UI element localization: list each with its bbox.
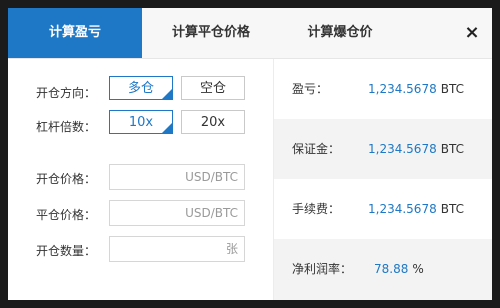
close-price-unit: USD/BTC (185, 206, 238, 220)
result-value-group: 1,234.5678 BTC (368, 59, 464, 119)
direction-long-label: 多仓 (127, 81, 154, 96)
result-label: 净利润率： (292, 262, 353, 276)
direction-short-label: 空仓 (199, 81, 226, 96)
result-row-fee: 手续费： 1,234.5678 BTC (274, 179, 492, 239)
result-label: 手续费： (292, 202, 341, 216)
result-unit: BTC (440, 82, 464, 96)
result-row-net-profit-rate: 净利润率： 78.88% (274, 239, 492, 300)
result-unit: % (412, 262, 424, 276)
open-price-unit: USD/BTC (185, 170, 238, 184)
result-label: 保证金： (292, 142, 341, 156)
leverage-20x-button[interactable]: 20x (181, 110, 245, 134)
quantity-label: 开仓数量： (36, 244, 97, 258)
tab-close-price[interactable]: 计算平仓价格 (142, 8, 280, 58)
check-corner-icon (162, 123, 172, 133)
result-unit: BTC (440, 142, 464, 156)
close-icon[interactable]: × (462, 23, 482, 43)
close-price-label: 平仓价格： (36, 208, 97, 222)
direction-short-button[interactable]: 空仓 (181, 76, 245, 100)
result-label: 盈亏： (292, 82, 329, 96)
direction-long-button[interactable]: 多仓 (109, 76, 173, 100)
calculator-window: 计算盈亏 计算平仓价格 计算爆仓价 × 开仓方向： 多仓 空仓 杠杆倍数： 10… (8, 8, 492, 300)
leverage-10x-label: 10x (128, 115, 154, 130)
result-value-group: 78.88% (374, 239, 424, 300)
result-row-margin: 保证金： 1,234.5678 BTC (274, 119, 492, 179)
open-price-field[interactable]: USD/BTC (109, 164, 245, 190)
result-value: 1,234.5678 (368, 142, 437, 156)
close-price-field[interactable]: USD/BTC (109, 200, 245, 226)
result-value-group: 1,234.5678 BTC (368, 119, 464, 179)
direction-label: 开仓方向： (36, 86, 97, 100)
result-row-profit-loss: 盈亏： 1,234.5678 BTC (274, 59, 492, 119)
tab-bar: 计算盈亏 计算平仓价格 计算爆仓价 × (8, 8, 492, 59)
result-value-group: 1,234.5678 BTC (368, 179, 464, 239)
quantity-field[interactable]: 张 (109, 236, 245, 262)
check-corner-icon (162, 89, 172, 99)
result-value: 78.88 (374, 262, 409, 276)
tab-profit-loss[interactable]: 计算盈亏 (8, 8, 142, 58)
result-value: 1,234.5678 (368, 202, 437, 216)
open-price-label: 开仓价格： (36, 172, 97, 186)
leverage-label: 杠杆倍数： (36, 120, 97, 134)
quantity-unit: 张 (225, 242, 238, 256)
result-unit: BTC (440, 202, 464, 216)
tab-liquidation-price[interactable]: 计算爆仓价 (280, 8, 400, 58)
result-value: 1,234.5678 (368, 82, 437, 96)
leverage-10x-button[interactable]: 10x (109, 110, 173, 134)
leverage-20x-label: 20x (200, 115, 226, 130)
quantity-input[interactable] (110, 237, 198, 261)
